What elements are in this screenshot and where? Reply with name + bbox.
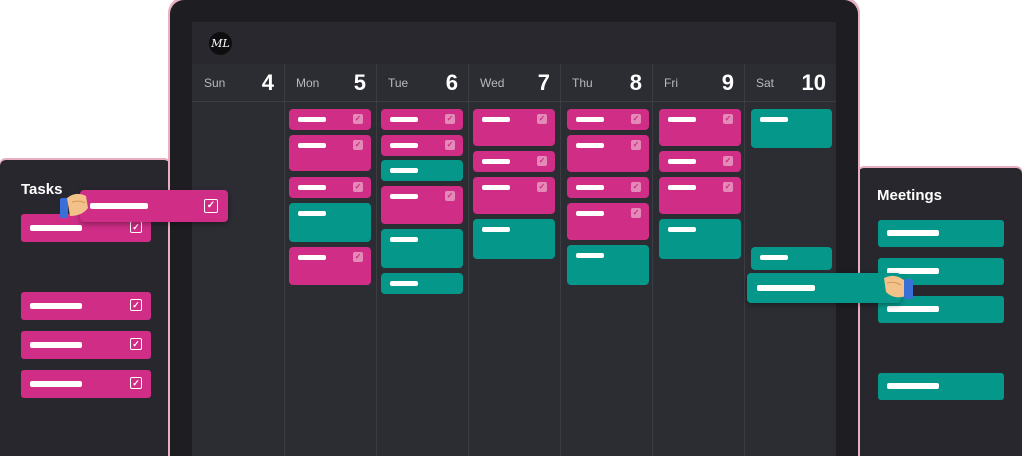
day-number: 7: [537, 69, 550, 95]
day-name: Mon: [296, 75, 320, 90]
checkbox-icon[interactable]: ✓: [631, 140, 641, 150]
day-header-thu[interactable]: Thu 8: [560, 64, 652, 102]
day-header-fri[interactable]: Fri 9: [652, 64, 744, 102]
meeting-event[interactable]: [751, 247, 832, 270]
task-event[interactable]: ✓: [289, 109, 371, 130]
meeting-item[interactable]: [878, 220, 1004, 247]
checkbox-icon[interactable]: ✓: [723, 156, 733, 166]
task-event[interactable]: ✓: [567, 177, 649, 198]
day-number: 9: [721, 69, 734, 95]
task-event[interactable]: ✓: [289, 177, 371, 198]
column-divider: [560, 64, 561, 456]
checkbox-icon[interactable]: ✓: [537, 182, 547, 192]
tasks-panel-title: Tasks: [21, 181, 63, 198]
app-topbar: [192, 22, 836, 64]
task-event[interactable]: ✓: [473, 177, 555, 214]
checkbox-icon[interactable]: ✓: [445, 191, 455, 201]
day-number: 10: [801, 69, 826, 95]
task-event[interactable]: ✓: [567, 203, 649, 240]
column-divider: [284, 64, 285, 456]
checkbox-icon[interactable]: ✓: [537, 156, 547, 166]
checkbox-icon[interactable]: ✓: [130, 377, 142, 389]
day-number: 6: [445, 69, 458, 95]
task-event[interactable]: ✓: [659, 109, 741, 146]
day-name: Thu: [572, 75, 593, 90]
day-header-tue[interactable]: Tue 6: [376, 64, 468, 102]
checkbox-icon[interactable]: ✓: [631, 182, 641, 192]
day-number: 4: [261, 69, 274, 95]
day-header-mon[interactable]: Mon 5: [284, 64, 376, 102]
day-header-sat[interactable]: Sat 10: [744, 64, 836, 102]
checkbox-icon[interactable]: ✓: [723, 182, 733, 192]
meeting-event[interactable]: [751, 109, 832, 148]
meeting-event[interactable]: [659, 219, 741, 259]
day-number: 5: [353, 69, 366, 95]
day-name: Fri: [664, 75, 678, 90]
task-event[interactable]: ✓: [567, 109, 649, 130]
dragged-meeting-card[interactable]: [747, 273, 901, 303]
checkbox-icon[interactable]: ✓: [204, 199, 218, 213]
checkbox-icon[interactable]: ✓: [723, 114, 733, 124]
meeting-event[interactable]: [289, 203, 371, 242]
task-event[interactable]: ✓: [289, 247, 371, 285]
day-header-wed[interactable]: Wed 7: [468, 64, 560, 102]
column-divider: [468, 64, 469, 456]
column-divider: [376, 64, 377, 456]
checkbox-icon[interactable]: ✓: [130, 221, 142, 233]
task-item[interactable]: ✓: [21, 292, 151, 320]
meetings-panel-title: Meetings: [877, 187, 943, 204]
task-event[interactable]: ✓: [289, 135, 371, 171]
day-name: Tue: [388, 75, 409, 90]
checkbox-icon[interactable]: ✓: [130, 338, 142, 350]
meeting-item[interactable]: [878, 373, 1004, 400]
task-item[interactable]: ✓: [21, 370, 151, 398]
checkbox-icon[interactable]: ✓: [631, 208, 641, 218]
meeting-event[interactable]: [381, 160, 463, 181]
grab-hand-icon: [60, 193, 88, 218]
day-name: Sun: [204, 75, 226, 90]
task-item[interactable]: ✓: [21, 331, 151, 359]
app-logo[interactable]: ML: [209, 32, 232, 55]
checkbox-icon[interactable]: ✓: [445, 140, 455, 150]
column-divider: [652, 64, 653, 456]
checkbox-icon[interactable]: ✓: [353, 182, 363, 192]
task-event[interactable]: ✓: [381, 186, 463, 224]
checkbox-icon[interactable]: ✓: [537, 114, 547, 124]
checkbox-icon[interactable]: ✓: [353, 252, 363, 262]
meeting-event[interactable]: [381, 229, 463, 268]
task-event[interactable]: ✓: [659, 177, 741, 214]
checkbox-icon[interactable]: ✓: [130, 299, 142, 311]
task-event[interactable]: ✓: [567, 135, 649, 172]
day-header-sun[interactable]: Sun 4: [192, 64, 284, 102]
task-event[interactable]: ✓: [473, 151, 555, 172]
checkbox-icon[interactable]: ✓: [353, 114, 363, 124]
checkbox-icon[interactable]: ✓: [353, 140, 363, 150]
meeting-event[interactable]: [567, 245, 649, 285]
task-event[interactable]: ✓: [473, 109, 555, 146]
day-name: Wed: [480, 75, 505, 90]
meeting-event[interactable]: [381, 273, 463, 294]
task-event[interactable]: ✓: [659, 151, 741, 172]
day-number: 8: [629, 69, 642, 95]
meeting-event[interactable]: [473, 219, 555, 259]
dragged-task-card[interactable]: ✓: [80, 190, 228, 222]
day-name: Sat: [756, 75, 775, 90]
column-divider: [744, 64, 745, 456]
checkbox-icon[interactable]: ✓: [445, 114, 455, 124]
grab-hand-icon: [884, 275, 913, 299]
task-event[interactable]: ✓: [381, 109, 463, 130]
task-event[interactable]: ✓: [381, 135, 463, 156]
checkbox-icon[interactable]: ✓: [631, 114, 641, 124]
